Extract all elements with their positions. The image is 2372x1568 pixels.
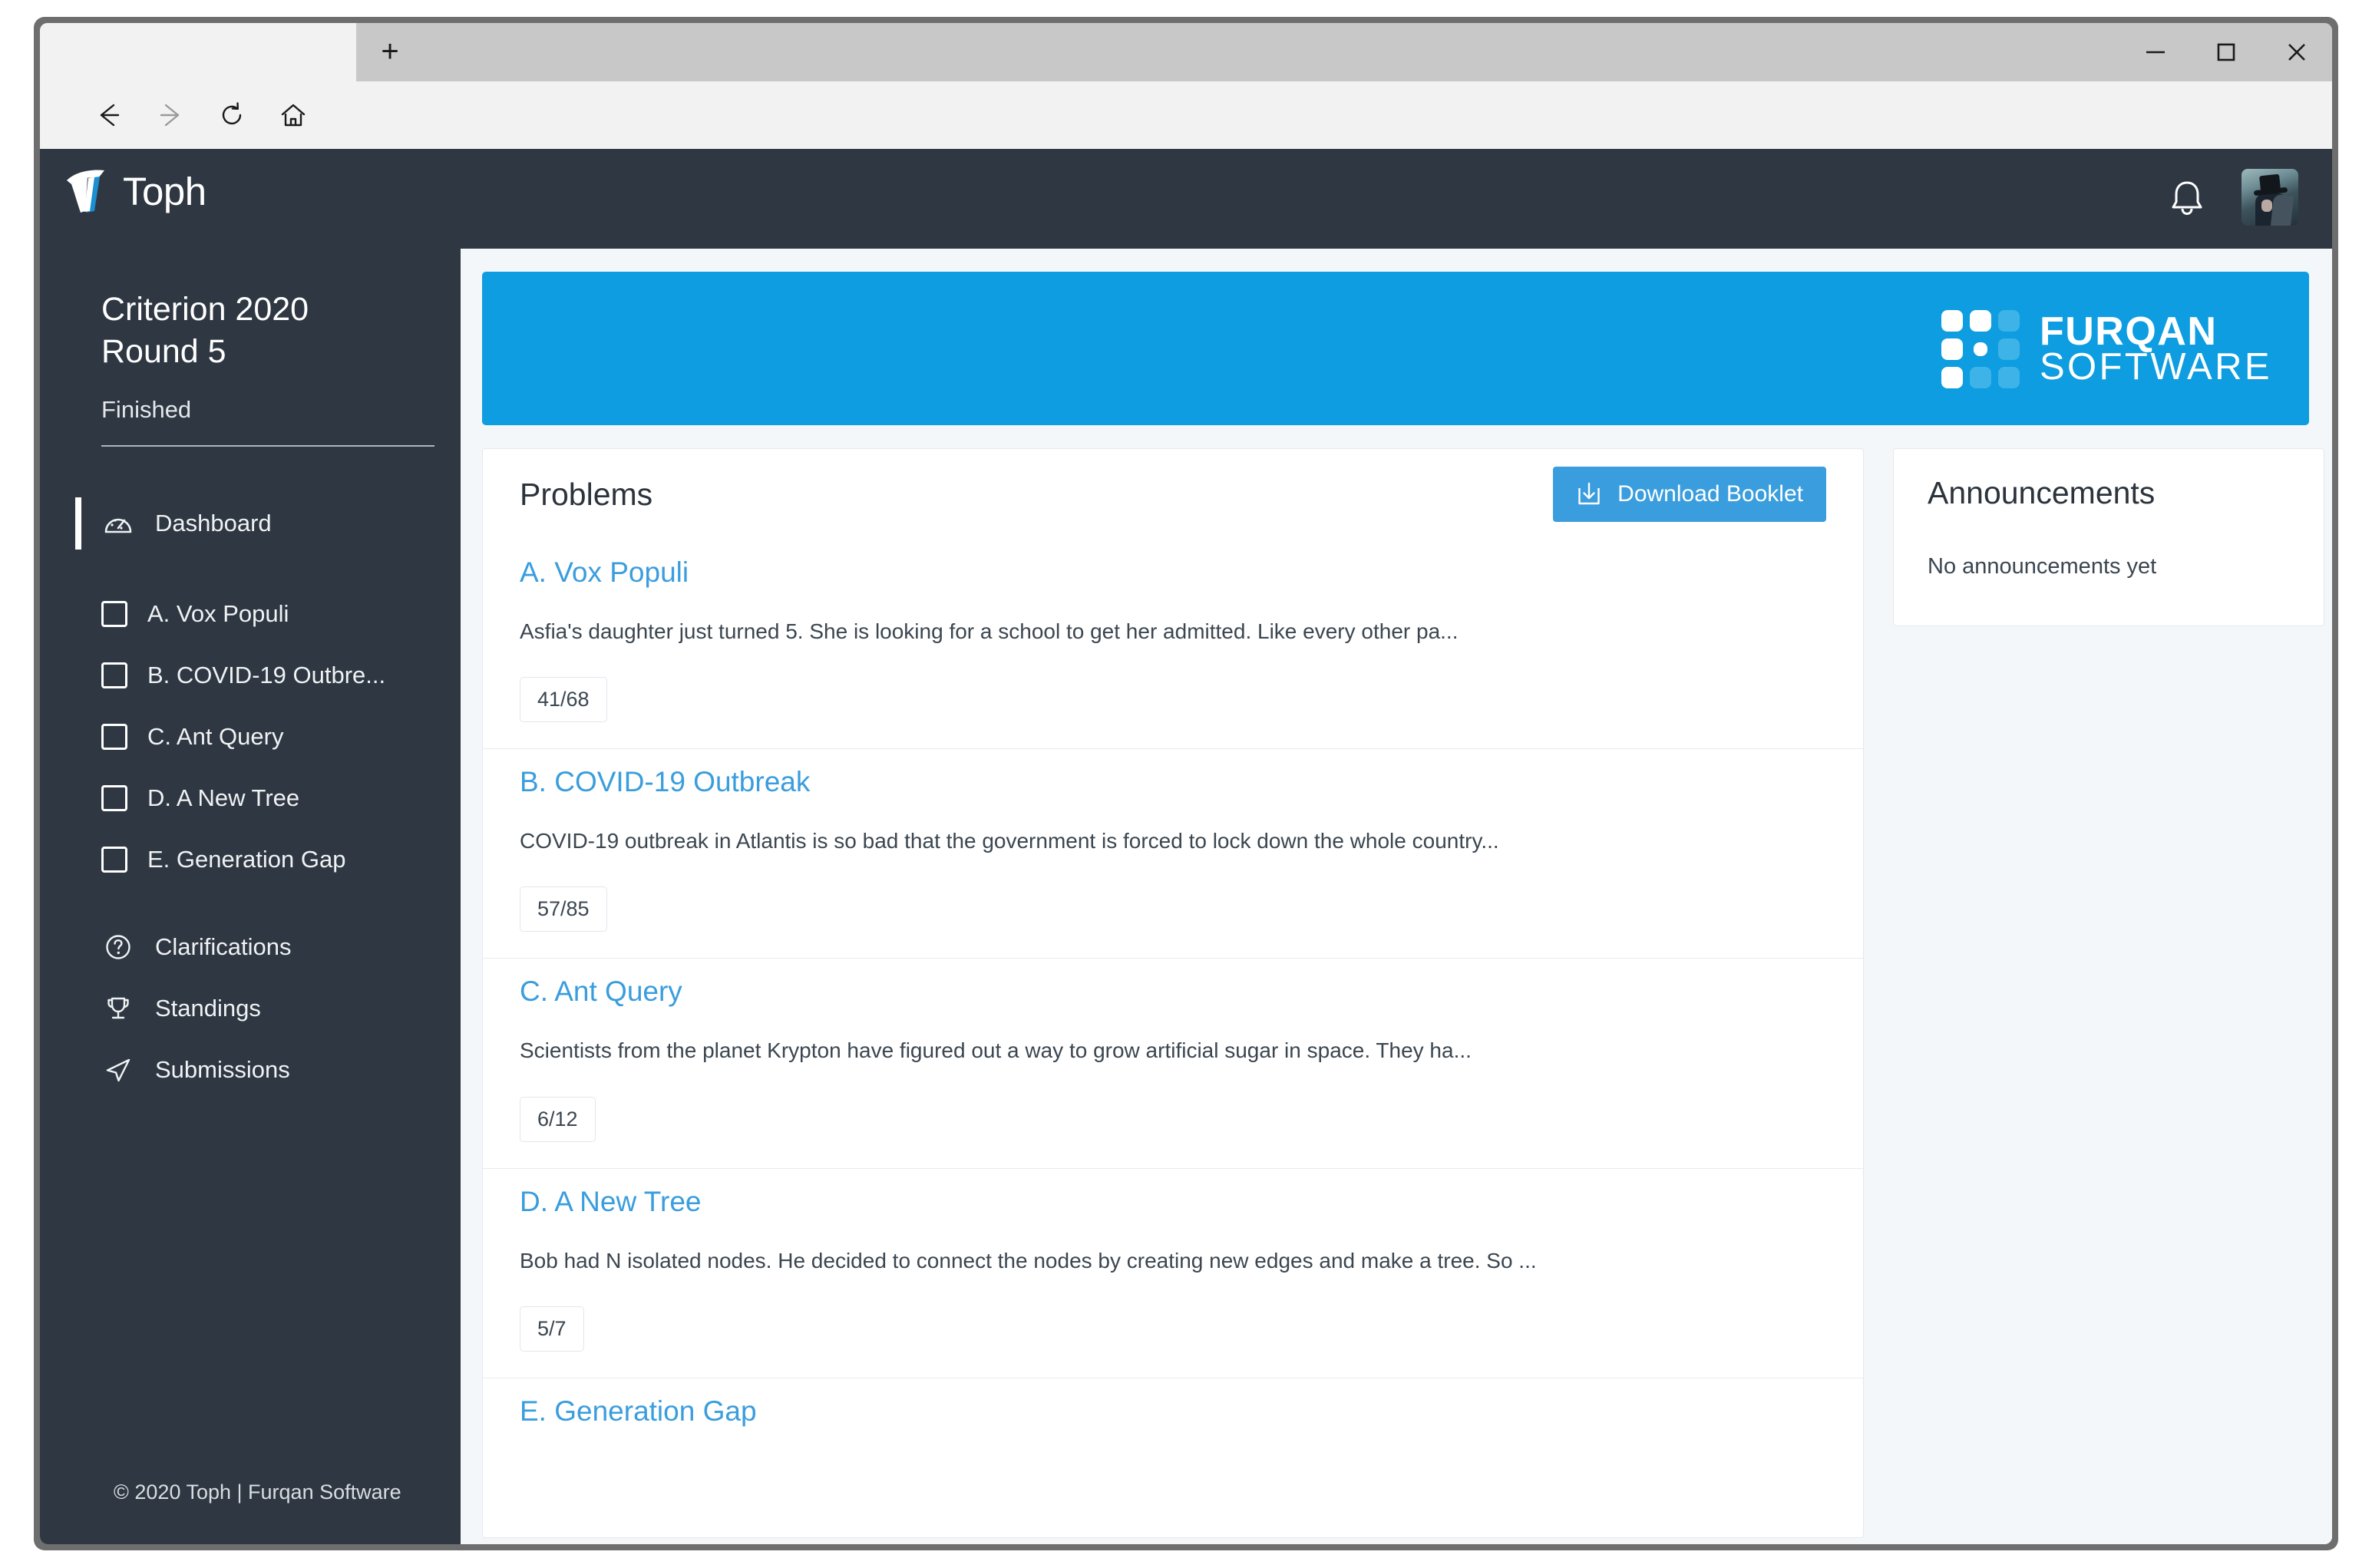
avatar[interactable] (2242, 169, 2298, 226)
problem-item: B. COVID-19 Outbreak COVID-19 outbreak i… (483, 749, 1863, 959)
back-arrow-icon[interactable] (91, 97, 127, 134)
problem-title-link[interactable]: B. COVID-19 Outbreak (520, 766, 810, 798)
sidebar-nav: Dashboard A. Vox Populi B. COVID-19 Outb… (40, 493, 461, 1101)
topbar-actions (2169, 169, 2298, 226)
logo-software-text: SOFTWARE (2039, 346, 2272, 388)
download-booklet-button[interactable]: Download Booklet (1553, 467, 1826, 522)
logo-wordmark: FURQAN SOFTWARE (2039, 309, 2272, 388)
problems-panel: Problems Download Booklet A. Vox Populi (482, 448, 1864, 1538)
problem-item: C. Ant Query Scientists from the planet … (483, 959, 1863, 1169)
sidebar-item-dashboard[interactable]: Dashboard (40, 493, 461, 554)
checkbox-icon[interactable] (101, 724, 127, 750)
download-booklet-label: Download Booklet (1617, 481, 1803, 507)
forward-arrow-icon[interactable] (152, 97, 189, 134)
download-icon (1578, 482, 1600, 505)
new-tab-button[interactable]: + (372, 34, 408, 71)
announcements-panel: Announcements No announcements yet (1893, 448, 2324, 626)
sidebar-item-label: Submissions (155, 1056, 290, 1083)
furqan-software-logo: FURQAN SOFTWARE (1941, 310, 2272, 388)
sidebar-item-problem-b[interactable]: B. COVID-19 Outbre... (40, 645, 461, 706)
page-title: Problems (520, 476, 653, 512)
sidebar-divider (101, 445, 434, 447)
sidebar-item-problem-d[interactable]: D. A New Tree (40, 767, 461, 829)
problem-title-link[interactable]: C. Ant Query (520, 975, 682, 1008)
sidebar-item-clarifications[interactable]: Clarifications (40, 916, 461, 978)
close-button[interactable] (2261, 23, 2332, 81)
app-brand-name: Toph (123, 169, 206, 213)
sidebar-item-submissions[interactable]: Submissions (40, 1039, 461, 1101)
checkbox-icon[interactable] (101, 601, 127, 627)
checkbox-icon[interactable] (101, 785, 127, 811)
trophy-icon (101, 992, 135, 1025)
sidebar-item-problem-a[interactable]: A. Vox Populi (40, 583, 461, 645)
desktop-background: + Toph Criterion 2020 Round 5 Finished D… (0, 0, 2372, 1568)
app-topbar: Toph (40, 149, 2332, 249)
logo-grid-icon (1941, 310, 2020, 388)
bell-icon[interactable] (2169, 178, 2205, 216)
problem-title-link[interactable]: E. Generation Gap (520, 1395, 757, 1428)
home-icon[interactable] (275, 97, 312, 134)
sidebar-item-label: Clarifications (155, 933, 292, 960)
speedometer-icon (101, 507, 135, 540)
browser-tabstrip: + (40, 23, 2332, 81)
problem-title-link[interactable]: D. A New Tree (520, 1186, 702, 1218)
problem-stat-badge: 41/68 (520, 677, 607, 723)
checkbox-icon[interactable] (101, 847, 127, 873)
problem-stat-badge: 57/85 (520, 886, 607, 933)
window-controls (2120, 23, 2332, 81)
logo-furqan-text: FURQAN (2039, 309, 2218, 354)
sidebar-item-problem-c[interactable]: C. Ant Query (40, 706, 461, 767)
question-circle-icon (101, 930, 135, 964)
minimize-button[interactable] (2120, 23, 2191, 81)
checkbox-icon[interactable] (101, 662, 127, 688)
problem-title-link[interactable]: A. Vox Populi (520, 556, 689, 589)
browser-window: + Toph Criterion 2020 Round 5 Finished D… (40, 23, 2332, 1544)
announcements-title: Announcements (1928, 475, 2156, 510)
sidebar: Criterion 2020 Round 5 Finished Dashboar… (40, 249, 461, 1544)
sidebar-item-label: B. COVID-19 Outbre... (147, 662, 386, 688)
main-content: FURQAN SOFTWARE Problems Download Bookle… (461, 249, 2332, 1544)
problem-description: Asfia's daughter just turned 5. She is l… (520, 619, 1459, 643)
problem-description: Bob had N isolated nodes. He decided to … (520, 1248, 1537, 1273)
browser-navbar (40, 81, 2332, 223)
contest-status: Finished (101, 396, 192, 423)
page-viewport: Toph Criterion 2020 Round 5 Finished Das… (40, 149, 2332, 1544)
paper-plane-icon (101, 1053, 135, 1087)
sidebar-item-label: A. Vox Populi (147, 600, 289, 627)
sidebar-item-label: D. A New Tree (147, 784, 300, 811)
problem-item: D. A New Tree Bob had N isolated nodes. … (483, 1169, 1863, 1378)
contest-title: Criterion 2020 Round 5 (101, 291, 309, 371)
reload-icon[interactable] (213, 97, 250, 134)
problem-item: E. Generation Gap (483, 1378, 1863, 1428)
sidebar-item-problem-e[interactable]: E. Generation Gap (40, 829, 461, 890)
sponsor-banner: FURQAN SOFTWARE (482, 272, 2309, 425)
sidebar-item-label: C. Ant Query (147, 723, 284, 750)
sidebar-item-label: Standings (155, 995, 261, 1022)
announcements-empty-text: No announcements yet (1928, 554, 2157, 579)
problems-header: Problems Download Booklet (483, 449, 1863, 540)
sidebar-item-label: E. Generation Gap (147, 846, 346, 873)
sidebar-footer: © 2020 Toph | Furqan Software (114, 1481, 401, 1504)
app-brand[interactable]: Toph (64, 167, 206, 215)
problem-item: A. Vox Populi Asfia's daughter just turn… (483, 540, 1863, 750)
toph-logo-icon (67, 170, 104, 213)
maximize-button[interactable] (2191, 23, 2261, 81)
problem-description: COVID-19 outbreak in Atlantis is so bad … (520, 829, 1499, 853)
problem-stat-badge: 6/12 (520, 1096, 596, 1142)
browser-tab[interactable] (40, 23, 356, 81)
problem-stat-badge: 5/7 (520, 1306, 584, 1352)
sidebar-item-label: Dashboard (155, 510, 272, 536)
problem-description: Scientists from the planet Krypton have … (520, 1038, 1472, 1063)
sidebar-item-standings[interactable]: Standings (40, 978, 461, 1039)
